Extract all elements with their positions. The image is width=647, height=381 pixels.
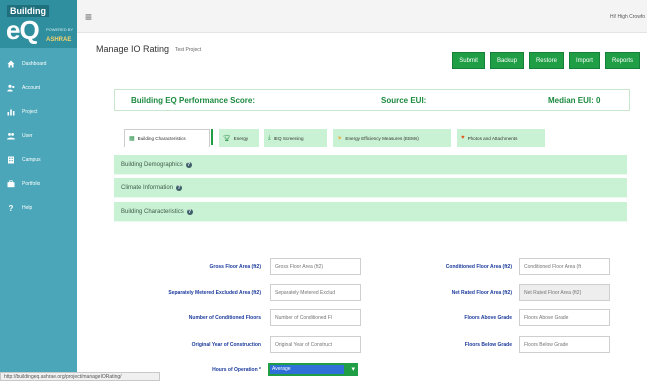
sun-icon: ☀ — [337, 135, 343, 142]
browser-status-url: http://buildingeq.ashrae.org/project/man… — [0, 372, 160, 381]
action-toolbar: Submit Backup Restore Import Reports — [452, 52, 640, 69]
restore-button[interactable]: Restore — [528, 52, 564, 69]
section-label: Building Characteristics — [121, 208, 184, 215]
tab-label: IEQ Screening — [273, 135, 304, 141]
source-eui-label: Source EUI: — [381, 96, 427, 105]
sidebar-item-dashboard[interactable]: Dashboard — [0, 52, 77, 76]
users-icon — [7, 132, 15, 140]
separately-metered-excluded-area-label: Separately Metered Excluded Area (ft2) — [168, 290, 261, 296]
chevron-down-icon: ▾ — [351, 366, 355, 373]
import-button[interactable]: Import — [568, 52, 600, 69]
logo-ashrae: ASHRAE — [46, 37, 72, 43]
sidebar-item-campus[interactable]: Campus — [0, 148, 77, 172]
hours-of-operation-value: Average — [270, 365, 344, 374]
help-icon: ? — [8, 203, 14, 213]
section-building-demographics[interactable]: Building Demographics ? — [114, 155, 627, 175]
tab-photos-and-attachments[interactable]: ♥ Photos and Attachments — [457, 129, 545, 147]
net-rated-floor-area-input — [519, 284, 610, 301]
sidebar-item-user[interactable]: User — [0, 124, 77, 148]
section-label: Climate Information — [121, 184, 174, 191]
original-year-of-construction-input[interactable] — [270, 336, 361, 353]
building-icon — [7, 156, 15, 164]
sidebar-nav: Dashboard Account Project User Campus Po… — [0, 52, 77, 220]
tab-label: Energy Efficiency Measures (EEMs) — [345, 135, 419, 141]
tab-energy-efficiency-measures[interactable]: ☀ Energy Efficiency Measures (EEMs) — [333, 129, 451, 147]
floors-above-grade-label: Floors Above Grade — [464, 315, 512, 321]
trophy-icon: 🏆︎ — [223, 135, 231, 142]
number-of-conditioned-floors-label: Number of Conditioned Floors — [188, 315, 261, 321]
tab-label: Energy — [233, 135, 249, 141]
performance-score-bar: Building EQ Performance Score: Source EU… — [114, 89, 630, 111]
sidebar-item-label: Portfolio — [22, 181, 41, 187]
number-of-conditioned-floors-input[interactable] — [270, 309, 361, 326]
tab-energy[interactable]: 🏆︎ Energy — [219, 129, 259, 147]
tab-label: Building Characteristics — [137, 136, 186, 141]
user-greeting[interactable]: Hi! High Crowfo — [610, 14, 645, 20]
top-bar: ≡ Hi! High Crowfo — [77, 0, 647, 33]
sidebar-item-label: Account — [22, 85, 41, 91]
hours-of-operation-label: Hours of Operation * — [212, 367, 261, 373]
project-name: Test Project — [175, 47, 202, 53]
tab-label: Photos and Attachments — [467, 135, 518, 141]
sidebar-item-label: Help — [22, 205, 33, 211]
home-icon — [7, 60, 15, 68]
backup-button[interactable]: Backup — [489, 52, 524, 69]
floors-above-grade-input[interactable] — [519, 309, 610, 326]
building-icon: ▦ — [129, 136, 135, 142]
sidebar-item-account[interactable]: Account — [0, 76, 77, 100]
floors-below-grade-input[interactable] — [519, 336, 610, 353]
net-rated-floor-area-label: Net Rated Floor Area (ft2) — [451, 290, 512, 296]
sidebar-item-label: Project — [22, 109, 38, 115]
conditioned-floor-area-input[interactable] — [519, 258, 610, 275]
logo-powered-by: POWERED BY — [46, 27, 74, 32]
briefcase-icon — [7, 180, 15, 188]
hours-of-operation-select[interactable]: Average ▾ — [268, 363, 358, 376]
section-building-characteristics[interactable]: Building Characteristics ? — [114, 202, 627, 222]
reports-button[interactable]: Reports — [604, 52, 640, 69]
original-year-of-construction-label: Original Year of Construction — [191, 342, 261, 348]
sidebar-item-label: Campus — [22, 157, 41, 163]
sidebar-item-help[interactable]: ? Help — [0, 196, 77, 220]
floors-below-grade-label: Floors Below Grade — [464, 342, 512, 348]
gross-floor-area-label: Gross Floor Area (ft2) — [209, 264, 262, 270]
sidebar-item-portfolio[interactable]: Portfolio — [0, 172, 77, 196]
sidebar-item-project[interactable]: Project — [0, 100, 77, 124]
heart-icon: ♥ — [461, 135, 465, 141]
median-eui-label: Median EUI: 0 — [548, 96, 601, 105]
active-tab-indicator — [211, 129, 213, 145]
info-icon[interactable]: ? — [186, 208, 193, 215]
section-label: Building Demographics — [121, 161, 183, 168]
sidebar-item-label: Dashboard — [22, 61, 47, 67]
info-icon[interactable]: ? — [185, 161, 192, 168]
info-icon[interactable]: ? — [176, 184, 183, 191]
download-icon: ⤓ — [268, 134, 271, 141]
separately-metered-excluded-area-input[interactable] — [270, 284, 361, 301]
logo-eq-text: eQ — [6, 15, 40, 45]
sidebar: Building eQ POWERED BY ASHRAE Dashboard … — [0, 0, 77, 381]
submit-button[interactable]: Submit — [452, 52, 485, 69]
performance-score-label: Building EQ Performance Score: — [131, 96, 256, 105]
section-climate-information[interactable]: Climate Information ? — [114, 178, 627, 198]
page-title: Manage IO Rating — [96, 44, 170, 54]
tab-building-characteristics[interactable]: ▦ Building Characteristics — [124, 129, 210, 147]
account-icon — [7, 84, 15, 92]
hamburger-menu-icon[interactable]: ≡ — [85, 11, 92, 23]
bar-chart-icon — [7, 108, 15, 116]
conditioned-floor-area-label: Conditioned Floor Area (ft2) — [445, 264, 512, 270]
building-eq-logo[interactable]: Building eQ POWERED BY ASHRAE — [0, 0, 77, 48]
sidebar-item-label: User — [22, 133, 33, 139]
tab-ieq-screening[interactable]: ⤓ IEQ Screening — [264, 129, 327, 147]
gross-floor-area-input[interactable] — [270, 258, 361, 275]
